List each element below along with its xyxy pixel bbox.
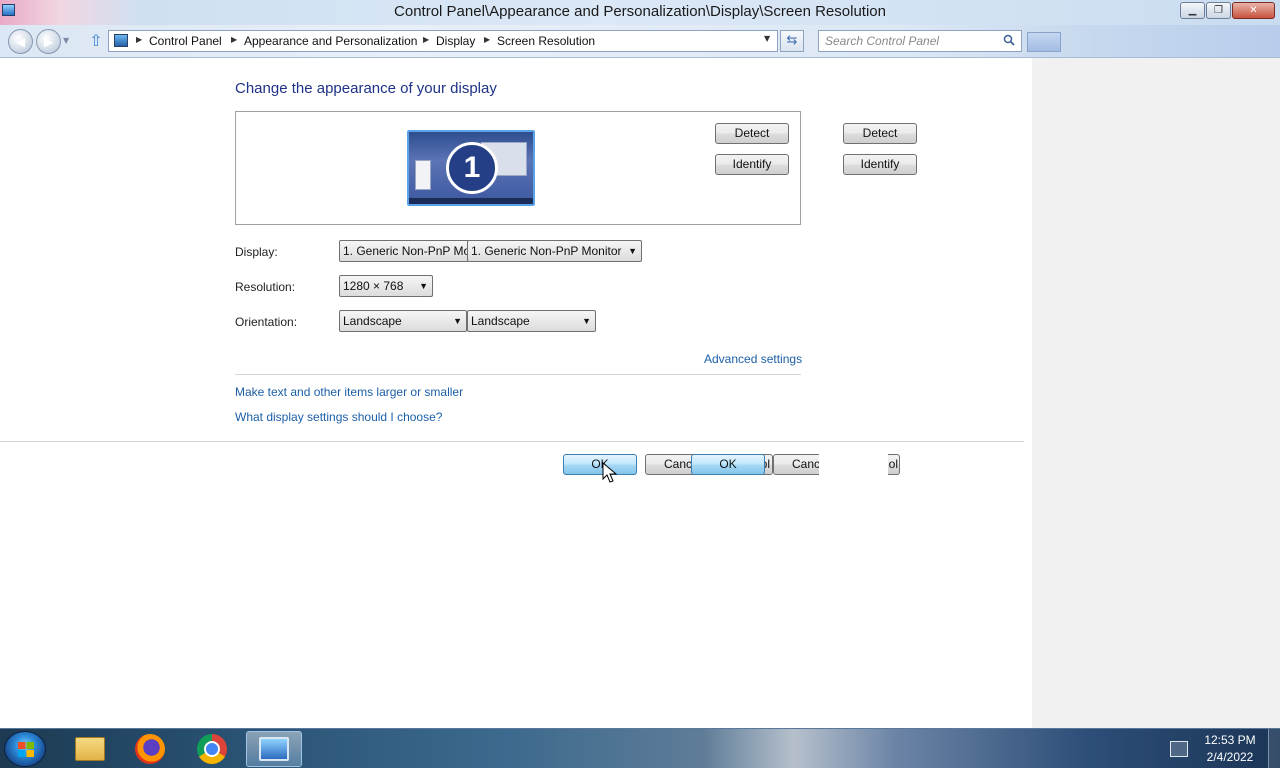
apply-button-fragment-right[interactable]: ol [888, 454, 900, 475]
taskbar-firefox[interactable] [122, 731, 178, 767]
orientation-dropdown-value: Landscape [343, 314, 402, 328]
taskbar-screen-resolution[interactable] [246, 731, 302, 767]
maximize-button[interactable]: ❐ [1206, 2, 1231, 19]
detect-button[interactable]: Detect [715, 123, 789, 144]
display-help-link[interactable]: What display settings should I choose? [235, 410, 442, 424]
breadcrumb-screen-resolution[interactable]: Screen Resolution [497, 34, 595, 48]
show-desktop-button[interactable] [1268, 729, 1280, 768]
firefox-icon [135, 734, 165, 764]
title-bar: Control Panel\Appearance and Personaliza… [0, 0, 1280, 25]
orientation-dropdown-duplicate[interactable]: Landscape ▼ [467, 310, 596, 332]
section-divider [235, 374, 801, 375]
advanced-settings-link[interactable]: Advanced settings [704, 352, 802, 366]
navigation-bar: ◀ ▶ ▼ ⇧ ▶ Control Panel ▶ Appearance and… [0, 25, 1280, 58]
dropdown-arrow-icon: ▼ [453, 316, 462, 326]
breadcrumb-separator-icon[interactable]: ▶ [484, 35, 490, 44]
toolbar-extension [1027, 32, 1061, 52]
up-arrow-icon[interactable]: ⇧ [88, 32, 104, 50]
window-title: Control Panel\Appearance and Personaliza… [394, 3, 886, 20]
monitor-taskbar-strip [409, 198, 533, 204]
window-thumbnail-icon [415, 160, 431, 190]
display-dropdown[interactable]: 1. Generic Non-PnP Mo [339, 240, 469, 262]
footer-divider [0, 441, 1024, 442]
display-dropdown-value: 1. Generic Non-PnP Mo [343, 244, 469, 258]
taskbar: 12:53 PM 2/4/2022 [0, 728, 1280, 768]
start-button[interactable] [4, 731, 46, 767]
monitor-number: 1 [446, 142, 498, 194]
address-dropdown-arrow-icon[interactable]: ▼ [764, 34, 770, 43]
cancel-button-duplicate[interactable]: Canc [773, 454, 819, 475]
display-dropdown-duplicate[interactable]: 1. Generic Non-PnP Monitor ▼ [467, 240, 642, 262]
windows-logo-icon [18, 742, 34, 757]
right-side-pane [1032, 58, 1280, 728]
back-button[interactable]: ◀ [8, 29, 33, 54]
address-bar[interactable]: ▶ Control Panel ▶ Appearance and Persona… [108, 30, 778, 52]
mouse-pointer-icon [602, 462, 618, 483]
page-title: Change the appearance of your display [235, 80, 497, 97]
breadcrumb-separator-icon[interactable]: ▶ [136, 35, 142, 44]
display-settings-icon [259, 737, 289, 761]
main-content: Change the appearance of your display 1 … [0, 58, 1032, 728]
display-dropdown-value: 1. Generic Non-PnP Monitor [471, 244, 622, 258]
chrome-icon [197, 734, 227, 764]
breadcrumb-appearance[interactable]: Appearance and Personalization [244, 34, 417, 48]
monitor-1-tile[interactable]: 1 [407, 130, 535, 206]
dropdown-arrow-icon: ▼ [419, 281, 428, 291]
search-box[interactable] [818, 30, 1022, 52]
refresh-icon: ⇆ [786, 33, 798, 48]
resolution-label: Resolution: [235, 280, 296, 294]
orientation-dropdown[interactable]: Landscape ▼ [339, 310, 467, 332]
network-icon[interactable] [1170, 741, 1188, 757]
clock-date[interactable]: 2/4/2022 [1200, 750, 1260, 764]
close-button[interactable]: ✕ [1232, 2, 1275, 19]
recent-pages-dropdown[interactable]: ▼ [63, 36, 69, 45]
breadcrumb-control-panel[interactable]: Control Panel [149, 34, 222, 48]
ok-button-duplicate[interactable]: OK [691, 454, 765, 475]
identify-button[interactable]: Identify [715, 154, 789, 175]
ok-button[interactable]: OK [563, 454, 637, 475]
clock-time[interactable]: 12:53 PM [1200, 733, 1260, 747]
resolution-dropdown[interactable]: 1280 × 768 ▼ [339, 275, 433, 297]
resolution-dropdown-value: 1280 × 768 [343, 279, 404, 293]
display-label: Display: [235, 245, 278, 259]
forward-button[interactable]: ▶ [36, 29, 61, 54]
search-icon[interactable] [1003, 34, 1015, 46]
control-panel-icon [114, 34, 128, 47]
minimize-button[interactable]: ▁ [1180, 2, 1205, 19]
identify-button-duplicate[interactable]: Identify [843, 154, 917, 175]
refresh-button[interactable]: ⇆ [780, 30, 804, 52]
taskbar-explorer[interactable] [62, 731, 118, 767]
text-size-link[interactable]: Make text and other items larger or smal… [235, 385, 463, 399]
forward-arrow-icon: ▶ [43, 34, 54, 49]
folder-icon [75, 737, 105, 761]
breadcrumb-separator-icon[interactable]: ▶ [231, 35, 237, 44]
back-arrow-icon: ◀ [15, 34, 26, 49]
orientation-dropdown-value: Landscape [471, 314, 530, 328]
breadcrumb-separator-icon[interactable]: ▶ [423, 35, 429, 44]
dropdown-arrow-icon: ▼ [628, 246, 637, 256]
breadcrumb-display[interactable]: Display [436, 34, 475, 48]
dropdown-arrow-icon: ▼ [582, 316, 591, 326]
search-input[interactable] [825, 33, 995, 49]
detect-button-duplicate[interactable]: Detect [843, 123, 917, 144]
taskbar-chrome[interactable] [184, 731, 240, 767]
orientation-label: Orientation: [235, 315, 298, 329]
